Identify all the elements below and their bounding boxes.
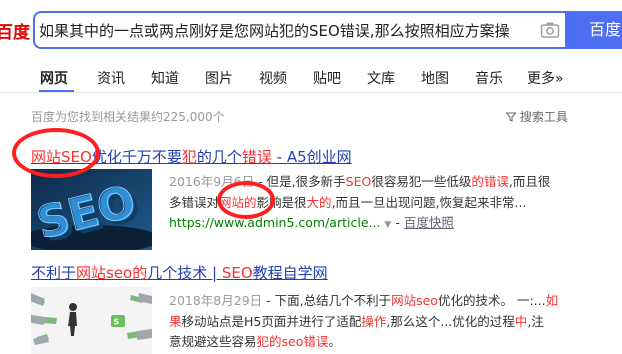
result-url-1[interactable]: https://www.admin5.com/article... <box>169 215 380 230</box>
tab-music[interactable]: 音乐 <box>475 68 503 88</box>
tab-map[interactable]: 地图 <box>421 68 449 88</box>
chevron-down-icon[interactable]: ▼ <box>384 220 391 230</box>
tab-images[interactable]: 图片 <box>205 68 233 88</box>
tab-more[interactable]: 更多» <box>527 68 564 88</box>
tab-news[interactable]: 资讯 <box>97 68 125 88</box>
seo-3d-text-image: SEO SEO SEO <box>31 169 152 250</box>
baidu-logo[interactable]: 百度 <box>0 18 30 43</box>
result-thumbnail-1[interactable]: SEO SEO SEO <box>31 169 152 250</box>
result-title-1[interactable]: 网站SEO优化千万不要犯的几个错误 - A5创业网 <box>31 146 352 167</box>
hands-illustration-image: S <box>31 287 152 354</box>
search-input[interactable]: 如果其中的一点或两点刚好是您网站犯的SEO错误,那么按照相应方案操 <box>39 20 533 41</box>
result-abstract-2-line-2: 果移动站点是H5页面并进行了适配操作,那么这个...优化的过程中,注 <box>169 314 544 329</box>
tab-zhidao[interactable]: 知道 <box>151 68 179 88</box>
search-button[interactable]: 百度一下 <box>565 11 622 77</box>
result-meta-1: https://www.admin5.com/article... ▼ - 百度… <box>169 215 454 230</box>
search-box[interactable]: 如果其中的一点或两点刚好是您网站犯的SEO错误,那么按照相应方案操 <box>33 11 565 49</box>
tabs-divider <box>0 92 622 93</box>
camera-icon[interactable] <box>540 21 560 39</box>
svg-text:S: S <box>114 318 120 327</box>
result-count: 百度为您找到相关结果约225,000个 <box>31 110 225 124</box>
tab-tieba[interactable]: 贴吧 <box>313 68 341 88</box>
cache-link-1[interactable]: 百度快照 <box>404 215 454 230</box>
tab-video[interactable]: 视频 <box>259 68 287 88</box>
search-tabs: 网页 资讯 知道 图片 视频 贴吧 文库 地图 音乐 更多» <box>0 62 622 92</box>
tab-web[interactable]: 网页 <box>40 68 68 88</box>
result-abstract-2-line-3: 意规避这些容易犯的seo错误。 <box>169 334 341 349</box>
result-title-2[interactable]: 不利于网站seo的几个技术 | SEO教程自学网 <box>31 262 328 283</box>
search-tools-label: 搜索工具 <box>519 110 568 124</box>
tab-wenku[interactable]: 文库 <box>367 68 395 88</box>
search-tools-button[interactable]: 搜索工具 <box>505 108 568 125</box>
result-abstract-2-line-1: 2018年8月29日 - 下面,总结几个不利于网站seo优化的技术。 一:...… <box>169 293 559 308</box>
result-abstract-1-line-2: 多错误对网站的影响是很大的,而且一旦出现问题,恢复起来非常... <box>169 195 527 210</box>
result-abstract-1-line-1: 2016年9月6日 - 但是,很多新手SEO很容易犯一些低级的错误,而且很 <box>169 174 551 189</box>
result-thumbnail-2[interactable]: S <box>31 287 152 354</box>
funnel-icon <box>505 112 517 122</box>
